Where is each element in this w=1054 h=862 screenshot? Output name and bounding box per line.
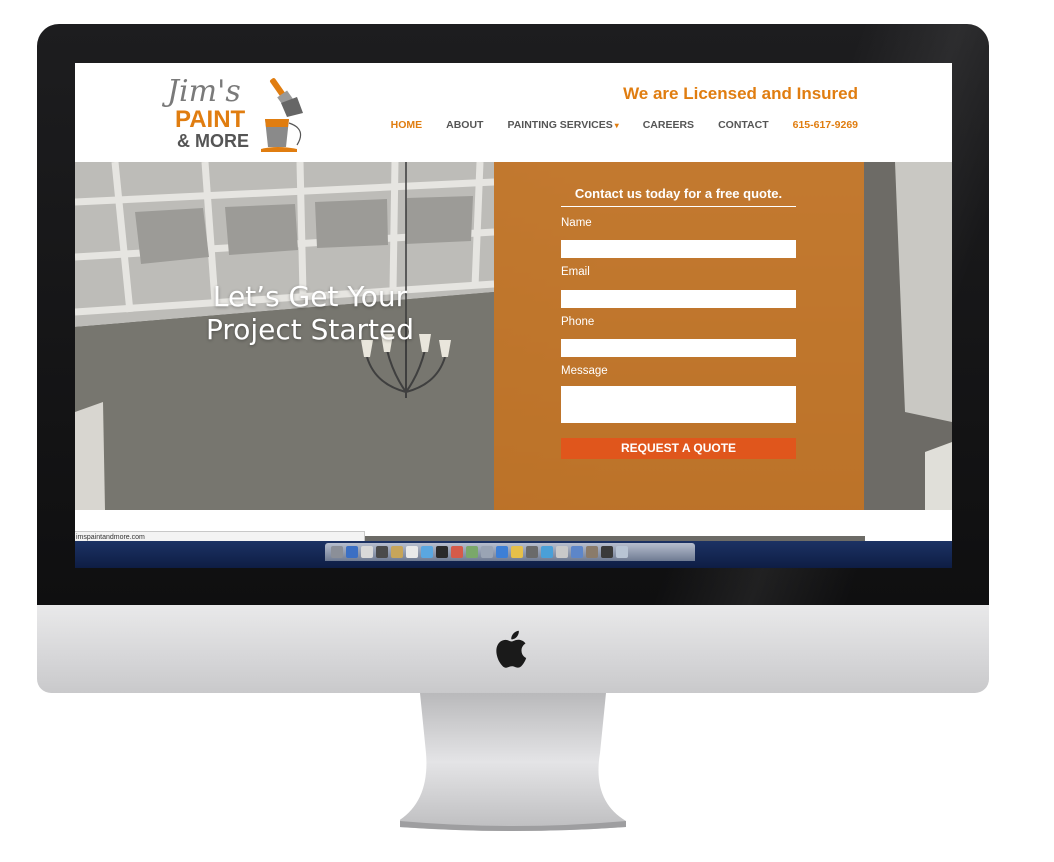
nav-about[interactable]: ABOUT bbox=[446, 119, 483, 131]
dock-icon[interactable] bbox=[616, 546, 628, 558]
request-quote-button[interactable]: REQUEST A QUOTE bbox=[561, 438, 796, 459]
imac-stand bbox=[400, 693, 626, 831]
dock-icon[interactable] bbox=[361, 546, 373, 558]
phone-label: Phone bbox=[561, 316, 595, 328]
name-input[interactable] bbox=[561, 240, 796, 258]
apple-logo-icon bbox=[496, 630, 527, 668]
dock-icon[interactable] bbox=[466, 546, 478, 558]
phone-input[interactable] bbox=[561, 339, 796, 357]
site-header: Jim's PAINT & MORE We are Licensed and I… bbox=[75, 63, 952, 162]
message-textarea[interactable] bbox=[561, 386, 796, 423]
dock-icon[interactable] bbox=[376, 546, 388, 558]
dock-icon[interactable] bbox=[496, 546, 508, 558]
nav-phone[interactable]: 615-617-9269 bbox=[793, 119, 858, 131]
dock-icon[interactable] bbox=[451, 546, 463, 558]
logo-script-text: Jim's bbox=[161, 74, 241, 109]
dock-icon[interactable] bbox=[556, 546, 568, 558]
main-nav: HOME ABOUT PAINTING SERVICES ▾ CAREERS CO… bbox=[391, 119, 858, 131]
quote-form: Contact us today for a free quote. Name … bbox=[494, 162, 864, 510]
dock-icon[interactable] bbox=[526, 546, 538, 558]
nav-careers[interactable]: CAREERS bbox=[643, 119, 694, 131]
dock-icon[interactable] bbox=[346, 546, 358, 558]
logo-paint-text: PAINT bbox=[175, 106, 246, 133]
paint-bucket-icon bbox=[261, 119, 302, 152]
licensed-tagline: We are Licensed and Insured bbox=[623, 84, 858, 103]
mac-dock bbox=[325, 543, 695, 561]
logo-more-text: & MORE bbox=[177, 131, 249, 151]
dropdown-caret-icon: ▾ bbox=[614, 121, 619, 130]
dock-icon[interactable] bbox=[391, 546, 403, 558]
nav-painting-services[interactable]: PAINTING SERVICES ▾ bbox=[507, 119, 618, 131]
nav-painting-services-label: PAINTING SERVICES bbox=[507, 119, 613, 131]
dock-icon[interactable] bbox=[601, 546, 613, 558]
site-logo[interactable]: Jim's PAINT & MORE bbox=[157, 69, 317, 157]
email-label: Email bbox=[561, 266, 590, 278]
email-input[interactable] bbox=[561, 290, 796, 308]
hero-title: Let’s Get Your Project Started bbox=[205, 280, 415, 346]
dock-icon[interactable] bbox=[541, 546, 553, 558]
dock-icon[interactable] bbox=[436, 546, 448, 558]
nav-contact[interactable]: CONTACT bbox=[718, 119, 769, 131]
quote-form-heading: Contact us today for a free quote. bbox=[561, 186, 796, 207]
hero-section: Let’s Get Your Project Started Contact u… bbox=[75, 162, 952, 510]
dock-icon[interactable] bbox=[571, 546, 583, 558]
dock-icon[interactable] bbox=[586, 546, 598, 558]
dock-icon[interactable] bbox=[481, 546, 493, 558]
nav-home[interactable]: HOME bbox=[391, 119, 423, 131]
imac-screen: Jim's PAINT & MORE We are Licensed and I… bbox=[75, 63, 952, 568]
dock-icon[interactable] bbox=[331, 546, 343, 558]
name-label: Name bbox=[561, 217, 592, 229]
dock-icon[interactable] bbox=[511, 546, 523, 558]
dock-icon[interactable] bbox=[421, 546, 433, 558]
dock-icon[interactable] bbox=[406, 546, 418, 558]
message-label: Message bbox=[561, 365, 608, 377]
paintbrush-icon bbox=[270, 78, 303, 117]
